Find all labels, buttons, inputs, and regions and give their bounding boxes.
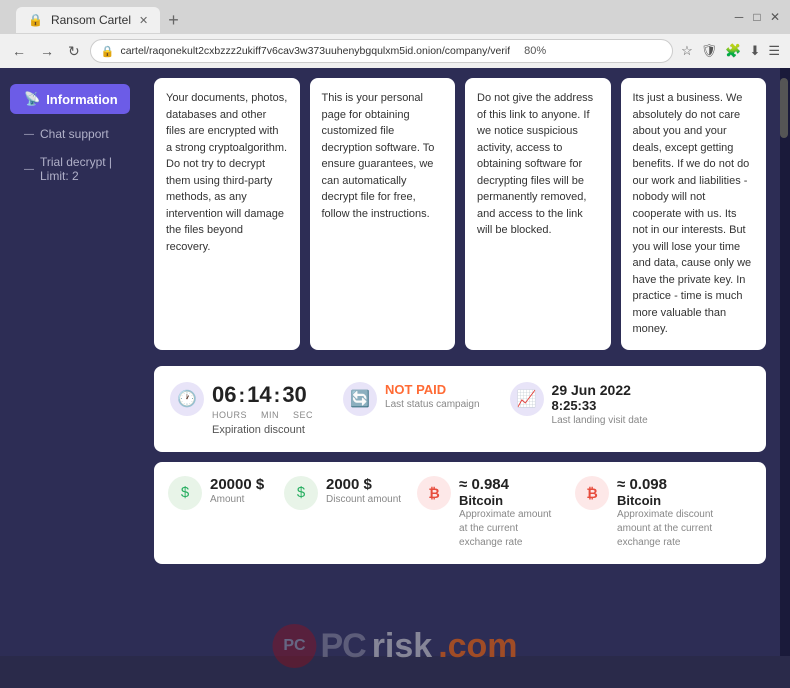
dollar-icon-1: $ (284, 476, 318, 510)
wifi-icon: 📡 (24, 91, 40, 107)
amount-item-1: $ 2000 $ Discount amount (284, 476, 401, 510)
timer-min: 14 (247, 382, 271, 408)
card-encryption: Your documents, photos, databases and ot… (154, 78, 300, 350)
hours-label: HOURS (212, 410, 247, 420)
amounts-section: $ 20000 $ Amount $ 2000 $ Discount amoun… (154, 462, 766, 564)
download-icon[interactable]: ⬇ (747, 41, 762, 61)
amount-item-0: $ 20000 $ Amount (168, 476, 268, 510)
card-personal-text: This is your personal page for obtaining… (322, 92, 435, 220)
extension-icon[interactable]: 🧩 (723, 41, 743, 61)
amount-item-2: ₿ ≈ 0.984 Bitcoin Approximate amount at … (417, 476, 559, 550)
forward-button[interactable]: → (36, 41, 58, 61)
amount-label-0: Amount (210, 493, 264, 507)
amount-value2-2: Bitcoin (459, 493, 559, 508)
lock-icon: 🔒 (101, 45, 115, 58)
browser-tab[interactable]: 🔒 Ransom Cartel ✕ (16, 7, 160, 33)
timer-hours: 06 (212, 382, 236, 408)
visit-date-item: 📈 29 Jun 2022 8:25:33 Last landing visit… (510, 382, 648, 426)
amount-value-3: ≈ 0.098 (617, 476, 717, 493)
expiry-label: Expiration discount (212, 424, 313, 436)
amount-label-3: Approximate discount amount at the curre… (617, 508, 717, 550)
sidebar-item-chat[interactable]: Chat support (10, 122, 130, 146)
shield-icon[interactable]: 🛡 (699, 41, 720, 61)
amount-value-2: ≈ 0.984 (459, 476, 559, 493)
min-label: MIN (261, 410, 279, 420)
main-content: Your documents, photos, databases and ot… (140, 68, 780, 656)
tab-title: Ransom Cartel (51, 13, 131, 27)
zoom-level[interactable]: 80% (520, 44, 550, 58)
status-section: 🕐 06 : 14 : 30 HOURS MIN (154, 366, 766, 452)
timer-sec: 30 (282, 382, 306, 408)
bitcoin-icon-1: ₿ (575, 476, 609, 510)
refresh-icon: 🔄 (343, 382, 377, 416)
visit-time-value: 8:25:33 (552, 398, 648, 413)
dollar-icon-0: $ (168, 476, 202, 510)
card-warning-text: Do not give the address of this link to … (477, 92, 593, 236)
card-warning: Do not give the address of this link to … (465, 78, 611, 350)
amount-value2-3: Bitcoin (617, 493, 717, 508)
info-cards-row: Your documents, photos, databases and ot… (154, 78, 766, 350)
sidebar-info-label: Information (46, 92, 118, 107)
sidebar-trial-label: Trial decrypt | Limit: 2 (40, 155, 116, 183)
minimize-button[interactable]: ─ (732, 10, 746, 24)
visit-date-value: 29 Jun 2022 (552, 382, 648, 398)
address-bar-input[interactable]: 🔒 cartel/raqonekult2cxbzzz2ukiff7v6cav3w… (90, 39, 673, 63)
amount-item-3: ₿ ≈ 0.098 Bitcoin Approximate discount a… (575, 476, 717, 550)
reload-button[interactable]: ↻ (64, 41, 84, 62)
card-business: Its just a business. We absolutely do no… (621, 78, 767, 350)
back-button[interactable]: ← (8, 41, 30, 61)
tab-close-icon[interactable]: ✕ (139, 14, 148, 27)
card-business-text: Its just a business. We absolutely do no… (633, 92, 752, 335)
bookmark-icon[interactable]: ☆ (679, 41, 695, 61)
amount-label-2: Approximate amount at the current exchan… (459, 508, 559, 550)
calendar-icon: 📈 (510, 382, 544, 416)
amount-label-1: Discount amount (326, 493, 401, 507)
sidebar-item-information[interactable]: 📡 Information (10, 84, 130, 114)
tab-favicon: 🔒 (28, 13, 43, 27)
scrollbar[interactable] (780, 68, 790, 656)
menu-icon[interactable]: ☰ (766, 41, 782, 61)
visit-date-sub: Last landing visit date (552, 415, 648, 426)
payment-status-value: NOT PAID (385, 382, 480, 397)
sidebar-chat-label: Chat support (40, 127, 109, 141)
sidebar-item-trial[interactable]: Trial decrypt | Limit: 2 (10, 150, 130, 188)
clock-icon: 🕐 (170, 382, 204, 416)
timer-item: 🕐 06 : 14 : 30 HOURS MIN (170, 382, 313, 436)
card-encryption-text: Your documents, photos, databases and ot… (166, 92, 287, 253)
payment-status-item: 🔄 NOT PAID Last status campaign (343, 382, 480, 416)
bitcoin-icon-0: ₿ (417, 476, 451, 510)
sidebar: 📡 Information Chat support Trial decrypt… (0, 68, 140, 656)
amount-value-1: 2000 $ (326, 476, 401, 493)
card-personal-page: This is your personal page for obtaining… (310, 78, 456, 350)
sec-label: SEC (293, 410, 313, 420)
maximize-button[interactable]: □ (750, 10, 764, 24)
payment-status-sub: Last status campaign (385, 399, 480, 410)
scroll-thumb[interactable] (780, 78, 788, 138)
address-text: cartel/raqonekult2cxbzzz2ukiff7v6cav3w37… (120, 45, 510, 57)
new-tab-button[interactable]: + (160, 7, 187, 33)
amount-value-0: 20000 $ (210, 476, 264, 493)
close-button[interactable]: ✕ (768, 10, 782, 24)
